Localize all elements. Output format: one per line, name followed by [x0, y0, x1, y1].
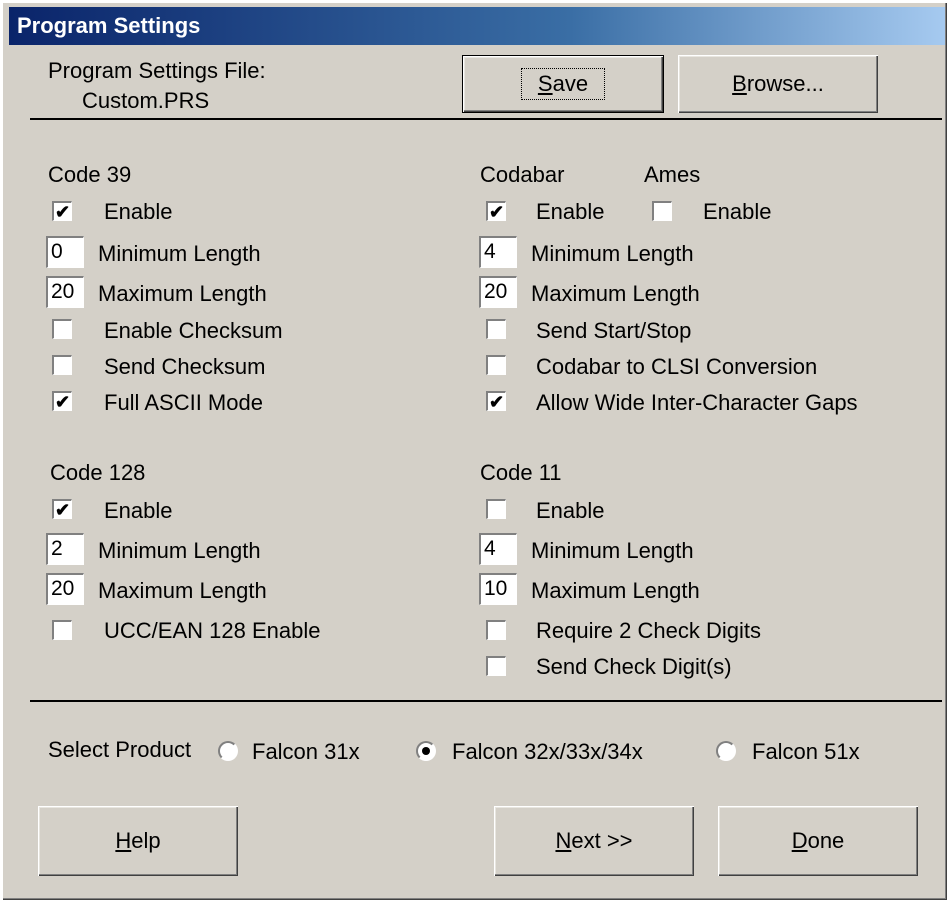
code39-min-length-label: Minimum Length — [98, 241, 261, 266]
next-accel: N — [555, 828, 572, 853]
codabar-enable-label: Enable — [536, 199, 605, 224]
settings-file-label: Program Settings File: — [48, 58, 266, 83]
ames-enable-label: Enable — [703, 199, 772, 224]
window-title: Program Settings — [17, 13, 201, 38]
code11-send-digits-checkbox[interactable] — [486, 656, 506, 676]
code39-max-length-label: Maximum Length — [98, 281, 267, 306]
done-button[interactable]: Done — [718, 806, 918, 876]
code11-require2-checkbox[interactable] — [486, 620, 506, 640]
next-button[interactable]: Next >> — [494, 806, 694, 876]
browse-accel: B — [732, 71, 747, 96]
done-accel: D — [791, 828, 808, 853]
code39-enable-checkbox[interactable]: ✔ — [52, 201, 72, 221]
codabar-wide-gaps-checkbox[interactable]: ✔ — [486, 391, 506, 411]
code39-full-ascii-checkbox[interactable]: ✔ — [52, 391, 72, 411]
code39-send-checksum-checkbox[interactable] — [52, 355, 72, 375]
radio-falcon-31x[interactable] — [218, 741, 238, 761]
code128-title: Code 128 — [50, 460, 146, 485]
codabar-max-length-label: Maximum Length — [531, 281, 700, 306]
code39-enable-checksum-label: Enable Checksum — [104, 318, 283, 343]
code128-ucc-label: UCC/EAN 128 Enable — [104, 618, 321, 643]
code39-min-length-input[interactable]: 0 — [46, 236, 84, 268]
codabar-max-length-input[interactable]: 20 — [479, 276, 517, 308]
radio-falcon-51x[interactable] — [716, 741, 736, 761]
browse-button[interactable]: Browse... — [678, 55, 878, 113]
code128-ucc-checkbox[interactable] — [52, 620, 72, 640]
ames-title: Ames — [644, 162, 701, 187]
code39-max-length-input[interactable]: 20 — [46, 276, 84, 308]
radio-falcon-32x[interactable] — [416, 741, 436, 761]
code128-max-length-label: Maximum Length — [98, 578, 267, 603]
save-accel: S — [537, 71, 553, 96]
code11-enable-checkbox[interactable] — [486, 499, 506, 519]
code39-title: Code 39 — [48, 162, 132, 187]
code11-enable-label: Enable — [536, 498, 605, 523]
done-label: one — [807, 828, 845, 853]
code128-min-length-input[interactable]: 2 — [46, 533, 84, 565]
code128-min-length-label: Minimum Length — [98, 538, 261, 563]
radio-falcon-32x-label: Falcon 32x/33x/34x — [452, 739, 643, 764]
save-button[interactable]: Save — [462, 55, 664, 113]
radio-falcon-51x-label: Falcon 51x — [752, 739, 860, 764]
radio-falcon-31x-label: Falcon 31x — [252, 739, 360, 764]
ames-enable-checkbox[interactable] — [652, 201, 672, 221]
bottom-divider — [30, 700, 942, 702]
help-label: elp — [131, 828, 161, 853]
codabar-clsi-label: Codabar to CLSI Conversion — [536, 354, 818, 379]
codabar-title: Codabar — [480, 162, 565, 187]
code128-enable-checkbox[interactable]: ✔ — [52, 499, 72, 519]
code11-max-length-input[interactable]: 10 — [479, 573, 517, 605]
next-label: ext >> — [571, 828, 633, 853]
codabar-send-start-stop-label: Send Start/Stop — [536, 318, 692, 343]
save-label: ave — [552, 71, 589, 96]
help-button[interactable]: Help — [38, 806, 238, 876]
codabar-send-start-stop-checkbox[interactable] — [486, 319, 506, 339]
radio-dot — [422, 747, 430, 755]
code11-require2-label: Require 2 Check Digits — [536, 618, 761, 643]
program-settings-window — [2, 2, 947, 900]
help-accel: H — [115, 828, 132, 853]
codabar-enable-checkbox[interactable]: ✔ — [486, 201, 506, 221]
code39-enable-checksum-checkbox[interactable] — [52, 319, 72, 339]
code39-enable-label: Enable — [104, 199, 173, 224]
title-bar: Program Settings — [9, 7, 945, 45]
code11-min-length-input[interactable]: 4 — [479, 533, 517, 565]
code128-max-length-input[interactable]: 20 — [46, 573, 84, 605]
code11-title: Code 11 — [480, 460, 562, 485]
browse-label: rowse... — [746, 71, 824, 96]
code39-full-ascii-label: Full ASCII Mode — [104, 390, 263, 415]
code39-send-checksum-label: Send Checksum — [104, 354, 266, 379]
codabar-min-length-label: Minimum Length — [531, 241, 694, 266]
code128-enable-label: Enable — [104, 498, 173, 523]
select-product-label: Select Product — [48, 737, 192, 762]
codabar-min-length-input[interactable]: 4 — [479, 236, 517, 268]
codabar-clsi-checkbox[interactable] — [486, 355, 506, 375]
codabar-wide-gaps-label: Allow Wide Inter-Character Gaps — [536, 390, 858, 415]
top-divider — [30, 118, 942, 120]
settings-file-name: Custom.PRS — [82, 88, 210, 113]
code11-max-length-label: Maximum Length — [531, 578, 700, 603]
code11-send-digits-label: Send Check Digit(s) — [536, 654, 732, 679]
code11-min-length-label: Minimum Length — [531, 538, 694, 563]
